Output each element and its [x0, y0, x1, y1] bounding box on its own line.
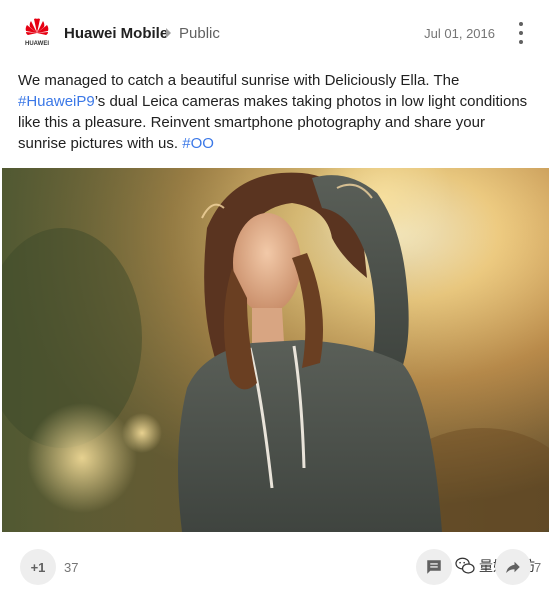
wechat-icon: [455, 557, 475, 574]
hashtag-huaweip9[interactable]: #HuaweiP9: [18, 93, 95, 110]
huawei-logo-avatar[interactable]: HUAWEI: [20, 16, 54, 50]
more-vert-icon[interactable]: [514, 22, 528, 44]
share-button[interactable]: [495, 549, 531, 585]
comment-button[interactable]: [416, 549, 452, 585]
plusone-button[interactable]: +1: [20, 549, 56, 585]
photo-of-woman-in-sunrise: [2, 168, 549, 532]
post-header: HUAWEI Huawei Mobile Public Jul 01, 2016: [0, 0, 551, 66]
post-date[interactable]: Jul 01, 2016: [424, 26, 495, 41]
visibility-label: Public: [179, 25, 220, 42]
post-text-part2: ’s dual Leica cameras makes taking photo…: [18, 93, 528, 152]
post-footer: +1 37 量媒工坊 7: [0, 540, 551, 589]
post-card: HUAWEI Huawei Mobile Public Jul 01, 2016…: [0, 0, 551, 589]
plusone-label: +1: [30, 559, 46, 575]
share-icon: [506, 561, 520, 573]
caret-right-icon: [166, 28, 171, 38]
post-text-part1: We managed to catch a beautiful sunrise …: [18, 72, 460, 89]
logo-text: HUAWEI: [25, 41, 49, 47]
hashtag-oo[interactable]: #OO: [182, 135, 214, 152]
share-count: 7: [534, 560, 542, 575]
huawei-logo-icon: HUAWEI: [25, 18, 49, 47]
post-photo[interactable]: [2, 168, 549, 532]
author-name[interactable]: Huawei Mobile: [64, 25, 168, 42]
plusone-count: 37: [64, 560, 79, 575]
post-body: We managed to catch a beautiful sunrise …: [18, 70, 533, 154]
comment-icon: [427, 560, 441, 574]
